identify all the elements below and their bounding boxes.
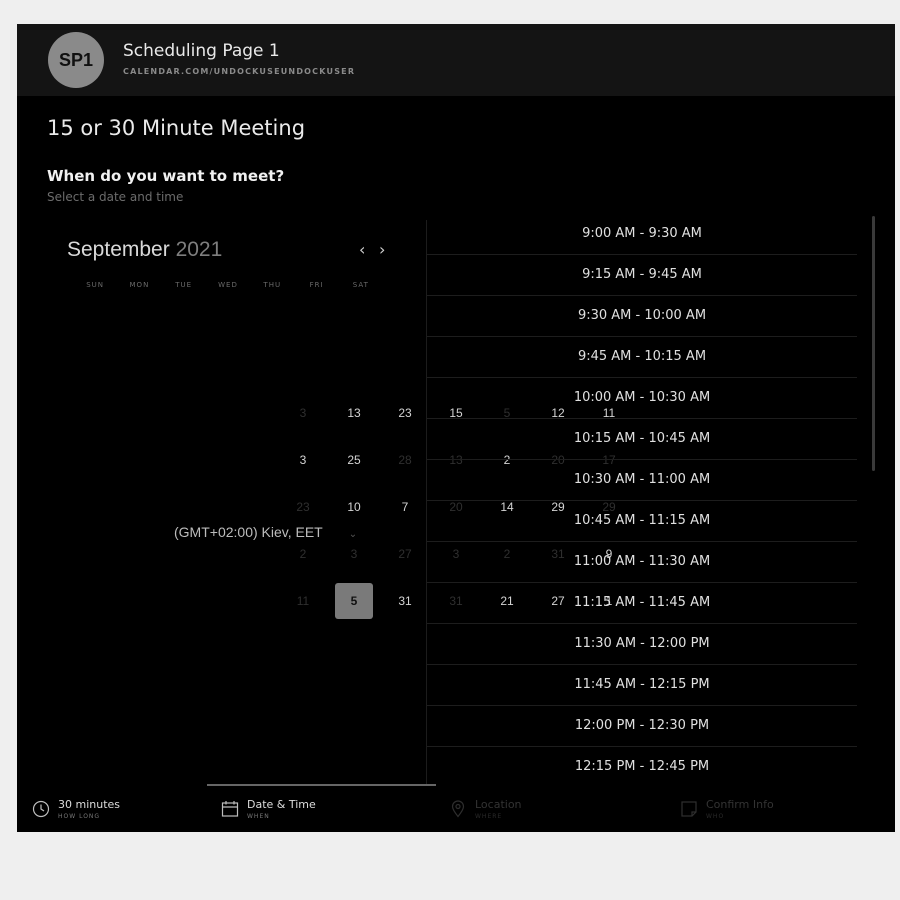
weekday-sun: SUN xyxy=(86,281,105,289)
time-slot-button[interactable]: 9:30 AM - 10:00 AM xyxy=(427,296,857,337)
step-location-label: Location xyxy=(475,798,522,811)
step-confirm-info-sub: WHO xyxy=(706,813,725,820)
location-pin-icon xyxy=(451,800,465,818)
calendar-day[interactable]: 23 xyxy=(284,489,322,525)
note-icon xyxy=(681,801,697,817)
step-location-sub: WHERE xyxy=(475,813,503,820)
time-slot-list: 9:00 AM - 9:30 AM 9:15 AM - 9:45 AM 9:30 A… xyxy=(427,214,857,789)
weekday-thu: THU xyxy=(263,281,282,289)
question-heading: When do you want to meet? xyxy=(47,167,285,185)
time-slot-button[interactable]: 11:45 AM - 12:15 PM xyxy=(427,665,857,706)
weekday-wed: WED xyxy=(218,281,238,289)
step-confirm-info-label: Confirm Info xyxy=(706,798,774,811)
step-date-time-label: Date & Time xyxy=(247,798,316,811)
calendar-day-selected[interactable]: 5 xyxy=(335,583,373,619)
weekday-tue: TUE xyxy=(175,281,193,289)
time-slot-button[interactable]: 12:00 PM - 12:30 PM xyxy=(427,706,857,747)
clock-icon xyxy=(32,800,50,818)
calendar-day[interactable]: 23 xyxy=(386,395,424,431)
page-name: Scheduling Page 1 xyxy=(123,41,280,61)
progress-steps: 30 minutes HOW LONG Date & Time WHEN Loc… xyxy=(17,784,895,832)
header: SP1 Scheduling Page 1 CALENDAR.COM/UNDOC… xyxy=(17,24,895,96)
time-slot-button[interactable]: 9:00 AM - 9:30 AM xyxy=(427,214,857,255)
avatar: SP1 xyxy=(48,32,104,88)
year-label: 2021 xyxy=(175,238,223,261)
time-slot-button[interactable]: 10:45 AM - 11:15 AM xyxy=(427,501,857,542)
calendar-day[interactable]: 2 xyxy=(284,536,322,572)
next-month-button[interactable]: › xyxy=(379,240,385,259)
month-name: September xyxy=(67,238,170,261)
calendar-day[interactable]: 10 xyxy=(335,489,373,525)
chevron-down-icon: ⌄ xyxy=(348,529,358,540)
step-duration-label: 30 minutes xyxy=(58,798,121,811)
month-label: September 2021 xyxy=(67,238,222,262)
calendar-day[interactable]: 3 xyxy=(284,442,322,478)
step-duration-sub: HOW LONG xyxy=(58,813,101,820)
calendar-day[interactable]: 27 xyxy=(386,536,424,572)
time-slot-button[interactable]: 11:30 AM - 12:00 PM xyxy=(427,624,857,665)
event-title: 15 or 30 Minute Meeting xyxy=(47,116,306,140)
weekday-fri: FRI xyxy=(309,281,324,289)
page-url[interactable]: CALENDAR.COM/UNDOCKUSEUNDOCKUSER xyxy=(123,67,355,76)
time-slot-button[interactable]: 11:15 AM - 11:45 AM xyxy=(427,583,857,624)
step-date-time-sub: WHEN xyxy=(247,813,270,820)
time-slot-button[interactable]: 12:15 PM - 12:45 PM xyxy=(427,747,857,788)
time-slot-button[interactable]: 9:45 AM - 10:15 AM xyxy=(427,337,857,378)
active-step-indicator xyxy=(207,784,436,786)
calendar-day[interactable]: 3 xyxy=(284,395,322,431)
calendar-day[interactable]: 31 xyxy=(386,583,424,619)
question-hint: Select a date and time xyxy=(47,190,184,204)
calendar-day[interactable]: 3 xyxy=(335,536,373,572)
scheduling-app: SP1 Scheduling Page 1 CALENDAR.COM/UNDOC… xyxy=(17,24,895,832)
calendar-day[interactable]: 7 xyxy=(386,489,424,525)
time-slot-button[interactable]: 11:00 AM - 11:30 AM xyxy=(427,542,857,583)
weekday-sat: SAT xyxy=(352,281,369,289)
calendar-day[interactable]: 28 xyxy=(386,442,424,478)
timezone-selector[interactable]: (GMT+02:00) Kiev, EET ⌄ xyxy=(174,524,357,540)
prev-month-button[interactable]: ‹ xyxy=(359,240,365,259)
time-slot-scrollbar[interactable] xyxy=(872,216,875,471)
weekday-header: SUN MON TUE WED THU FRI SAT xyxy=(73,281,383,289)
time-slot-button[interactable]: 10:30 AM - 11:00 AM xyxy=(427,460,857,501)
time-slot-button[interactable]: 9:15 AM - 9:45 AM xyxy=(427,255,857,296)
calendar-day[interactable]: 13 xyxy=(335,395,373,431)
timezone-label: (GMT+02:00) Kiev, EET xyxy=(174,524,323,540)
weekday-mon: MON xyxy=(129,281,150,289)
calendar-icon xyxy=(221,801,239,817)
time-slot-button[interactable]: 10:00 AM - 10:30 AM xyxy=(427,378,857,419)
time-slot-button[interactable]: 10:15 AM - 10:45 AM xyxy=(427,419,857,460)
calendar-day[interactable]: 11 xyxy=(284,583,322,619)
calendar-day[interactable]: 25 xyxy=(335,442,373,478)
